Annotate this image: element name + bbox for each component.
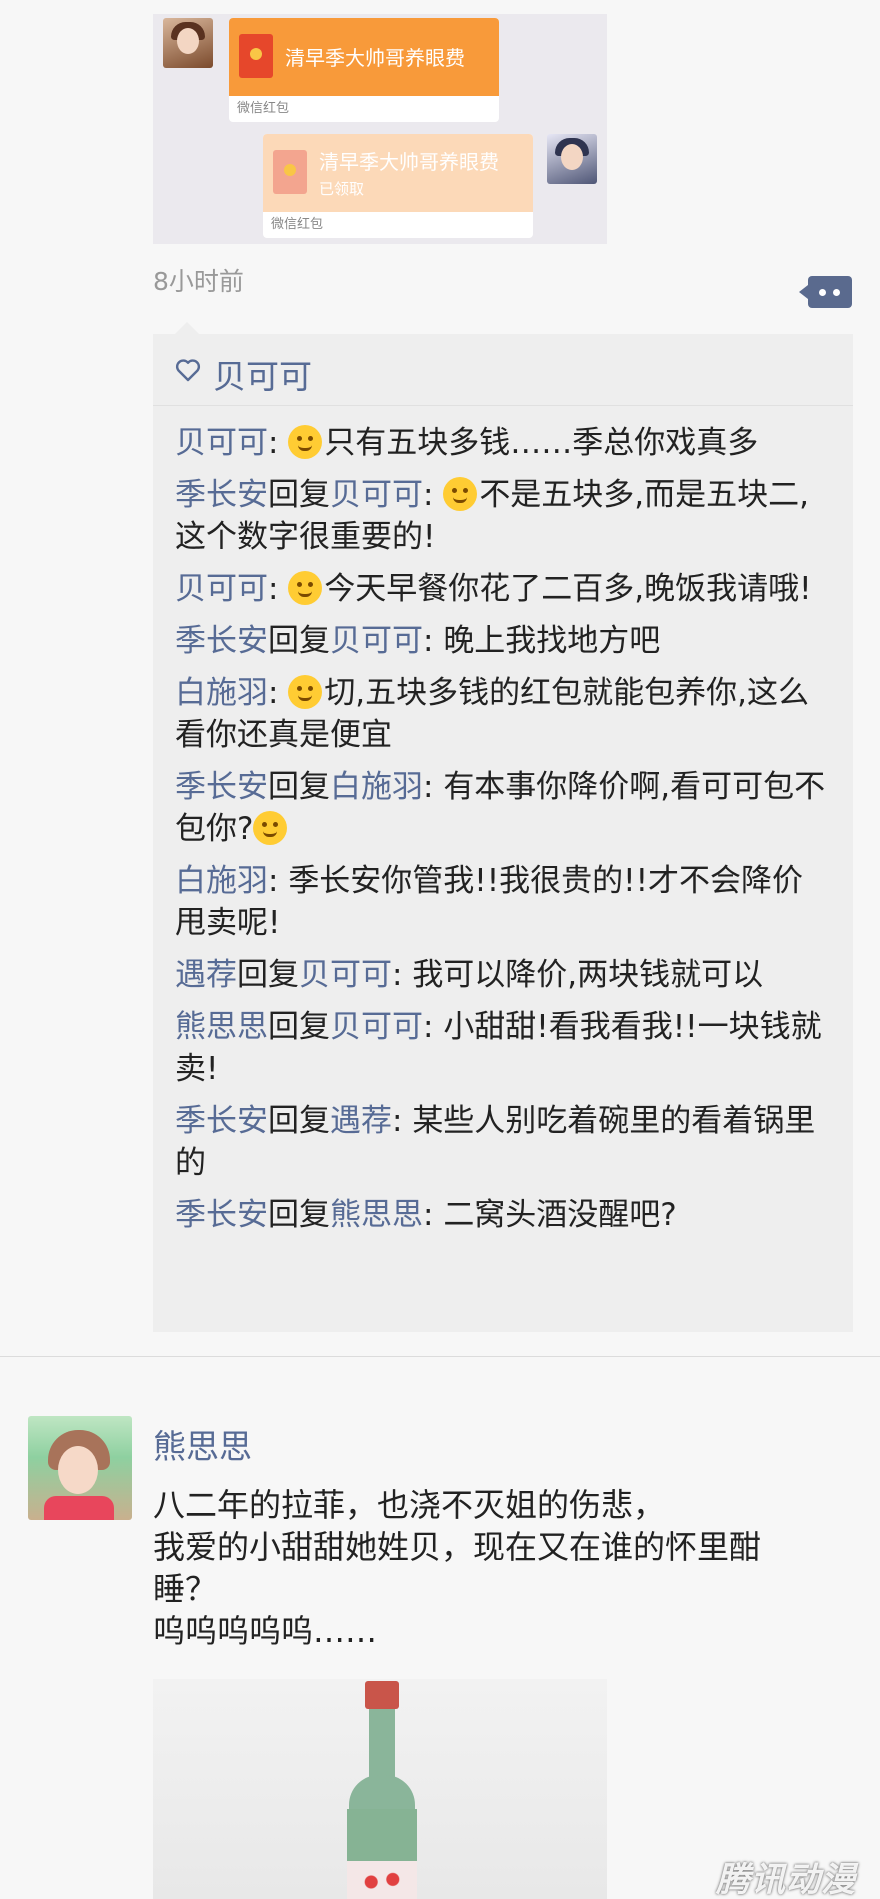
post-text-line: 睡？ (153, 1570, 218, 1608)
post-image-red-packets[interactable]: 清早季大帅哥养眼费 微信红包 清早季大帅哥养眼费 已领取 微信红包 (153, 14, 607, 244)
post-divider (0, 1356, 880, 1357)
reply-word: 回复 (237, 957, 299, 993)
comment-reply-target[interactable]: 贝可可 (330, 623, 423, 659)
like-user[interactable]: 贝可可 (213, 350, 312, 398)
post-time: 8小时前 (153, 267, 244, 296)
wink-emoji-icon (443, 477, 478, 511)
watermark-logo: 腾讯动漫 (716, 1860, 856, 1899)
comment-author[interactable]: 季长安 (175, 1197, 268, 1233)
post-text-line: 我爱的小甜甜她姓贝，现在又在谁的怀里酣 (153, 1528, 762, 1566)
reply-word: 回复 (268, 1103, 330, 1139)
comment-item[interactable]: 季长安回复贝可可: 不是五块多,而是五块二,这个数字很重要的! (175, 474, 831, 558)
red-packet-icon (273, 150, 307, 194)
reply-word: 回复 (268, 769, 330, 805)
post-text-line: 八二年的拉菲，也浇不灭姐的伤悲， (153, 1486, 666, 1524)
comment-author[interactable]: 熊思思 (175, 1009, 268, 1045)
comment-author[interactable]: 遇荐 (175, 957, 237, 993)
comment-author[interactable]: 季长安 (175, 769, 268, 805)
reply-word: 回复 (268, 1009, 330, 1045)
heart-icon (175, 359, 201, 382)
comment-reply-target[interactable]: 熊思思 (330, 1197, 423, 1233)
comment-text: 二窝头酒没醒吧? (443, 1197, 677, 1233)
avatar[interactable] (28, 1416, 132, 1520)
likes-row: 贝可可 (153, 334, 853, 406)
post-text: 八二年的拉菲，也浇不灭姐的伤悲， 我爱的小甜甜她姓贝，现在又在谁的怀里酣 睡？ … (153, 1484, 853, 1652)
unamused-emoji-icon (288, 675, 323, 709)
comment-item[interactable]: 季长安回复遇荐: 某些人别吃着碗里的看着锅里的 (175, 1100, 831, 1184)
comment-author[interactable]: 贝可可 (175, 571, 268, 607)
red-packet-received: 清早季大帅哥养眼费 已领取 微信红包 (263, 134, 533, 238)
comment-author[interactable]: 季长安 (175, 623, 268, 659)
reply-word: 回复 (268, 1197, 330, 1233)
bottle-graphic (331, 1679, 431, 1899)
chat-avatar-girl (163, 18, 213, 68)
comment-item[interactable]: 季长安回复白施羽: 有本事你降价啊,看可可包不包你? (175, 766, 831, 850)
comment-item[interactable]: 遇荐回复贝可可: 我可以降价,两块钱就可以 (175, 954, 831, 996)
likes-comments-panel: 贝可可 贝可可: 只有五块多钱……季总你戏真多季长安回复贝可可: 不是五块多,而… (153, 322, 853, 1332)
post-text-line: 呜呜呜呜呜…… (153, 1612, 378, 1650)
comment-item[interactable]: 白施羽: 切,五块多钱的红包就能包养你,这么看你还真是便宜 (175, 672, 831, 756)
reply-word: 回复 (268, 477, 330, 513)
red-packet-icon (239, 34, 273, 78)
comment-text: 季长安你管我!!我很贵的!!才不会降价甩卖呢! (175, 863, 804, 941)
comment-list: 贝可可: 只有五块多钱……季总你戏真多季长安回复贝可可: 不是五块多,而是五块二… (153, 406, 853, 1236)
comment-text: 我可以降价,两块钱就可以 (412, 957, 764, 993)
comment-reply-target[interactable]: 遇荐 (330, 1103, 392, 1139)
red-packet-sent: 清早季大帅哥养眼费 微信红包 (229, 18, 499, 122)
comment-text: 切,五块多钱的红包就能包养你,这么看你还真是便宜 (175, 675, 810, 753)
chat-avatar-boy (547, 134, 597, 184)
comment-reply-target[interactable]: 贝可可 (330, 1009, 423, 1045)
tongue-emoji-icon (253, 811, 288, 845)
reply-word: 回复 (268, 623, 330, 659)
comment-item[interactable]: 白施羽: 季长安你管我!!我很贵的!!才不会降价甩卖呢! (175, 860, 831, 944)
more-actions-button[interactable] (799, 276, 852, 308)
comment-author[interactable]: 季长安 (175, 1103, 268, 1139)
comment-item[interactable]: 熊思思回复贝可可: 小甜甜!看我看我!!一块钱就卖! (175, 1006, 831, 1090)
comment-author[interactable]: 贝可可 (175, 425, 268, 461)
comment-author[interactable]: 白施羽 (175, 675, 268, 711)
comment-author[interactable]: 白施羽 (175, 863, 268, 899)
post-image-liquor-bottle[interactable] (153, 1679, 607, 1899)
comment-author[interactable]: 季长安 (175, 477, 268, 513)
post-author-name[interactable]: 熊思思 (153, 1420, 252, 1468)
comment-reply-target[interactable]: 贝可可 (299, 957, 392, 993)
smile-emoji-icon (288, 571, 323, 605)
comment-text: 只有五块多钱……季总你戏真多 (324, 425, 759, 461)
comment-item[interactable]: 贝可可: 今天早餐你花了二百多,晚饭我请哦! (175, 568, 831, 610)
comment-item[interactable]: 季长安回复熊思思: 二窝头酒没醒吧? (175, 1194, 831, 1236)
laugh-cry-emoji-icon (288, 425, 323, 459)
comment-text: 今天早餐你花了二百多,晚饭我请哦! (324, 571, 812, 607)
comment-reply-target[interactable]: 白施羽 (330, 769, 423, 805)
comment-text: 晚上我找地方吧 (443, 623, 661, 659)
comment-item[interactable]: 贝可可: 只有五块多钱……季总你戏真多 (175, 422, 831, 464)
comment-reply-target[interactable]: 贝可可 (330, 477, 423, 513)
comment-item[interactable]: 季长安回复贝可可: 晚上我找地方吧 (175, 620, 831, 662)
